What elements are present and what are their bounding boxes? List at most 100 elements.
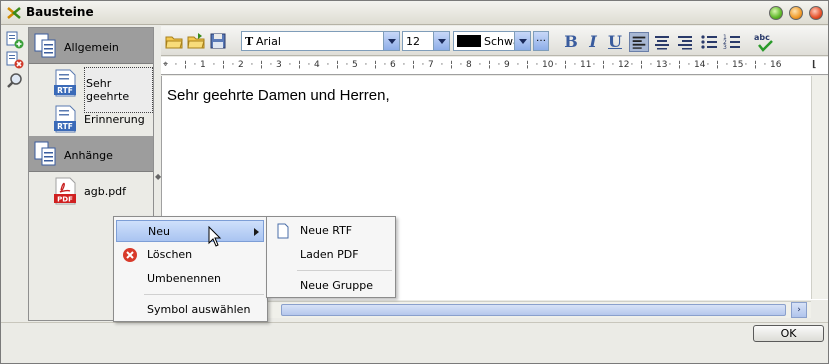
menu-item-label: Löschen	[147, 248, 193, 261]
align-right-icon[interactable]	[675, 32, 695, 52]
menu-item-loeschen[interactable]: Löschen	[116, 244, 264, 266]
ruler-minor-tick: ¦	[754, 60, 758, 70]
ruler-minor-tick: ·	[193, 60, 197, 70]
close-button[interactable]	[809, 6, 823, 20]
align-left-icon[interactable]	[629, 32, 649, 52]
delete-block-icon[interactable]	[6, 51, 24, 69]
align-center-icon[interactable]	[652, 32, 672, 52]
submenu-item-neue-rtf[interactable]: Neue RTF	[269, 220, 393, 242]
bold-button[interactable]: B	[561, 32, 581, 52]
tree-group-allgemein[interactable]: Allgemein	[29, 28, 153, 64]
ruler-mark: 16	[770, 60, 782, 70]
ruler-minor-tick: ·	[402, 60, 406, 70]
ruler-minor-tick: ¦	[602, 60, 606, 70]
svg-text:3: 3	[723, 44, 727, 51]
ruler-minor-tick: ¦	[412, 60, 416, 70]
menu-item-label: Neu	[148, 225, 170, 238]
ruler-mark: 9	[504, 60, 510, 70]
menu-item-label: Umbenennen	[147, 272, 221, 285]
documents-icon	[34, 33, 56, 58]
chevron-down-icon[interactable]	[514, 32, 530, 50]
left-toolbar	[2, 26, 27, 321]
menu-item-neu[interactable]: Neu	[116, 220, 264, 242]
file-type-label: RTF	[57, 122, 73, 131]
ruler-mark: 8	[466, 60, 472, 70]
ruler-minor-tick: ·	[383, 60, 387, 70]
ruler-minor-tick: ·	[440, 60, 444, 70]
save-icon[interactable]	[209, 32, 227, 50]
spellcheck-icon[interactable]: abc	[753, 32, 775, 52]
spellcheck-label: abc	[754, 33, 770, 42]
tree-item-label: Erinnerung	[84, 113, 145, 126]
ruler[interactable]: ⌖ · ¦ · 1 · ¦ · 2 · ¦ · 3 · ¦ · 4 · ¦ · 5 · ¦ · 6 · ¦ · 7 · ¦ · 8 · ¦ · 9 · ¦ ·…	[161, 57, 828, 75]
numbered-list-icon[interactable]: 1 2 3	[722, 32, 742, 52]
ruler-mark: 13	[656, 60, 668, 70]
font-family-select[interactable]: T Arial	[241, 31, 400, 51]
tree-group-label: Allgemein	[64, 41, 119, 54]
chevron-down-icon[interactable]	[433, 32, 449, 50]
italic-button[interactable]: I	[583, 32, 603, 52]
ruler-minor-tick: ¦	[450, 60, 454, 70]
document-text[interactable]: Sehr geehrte Damen und Herren,	[167, 87, 390, 104]
ruler-minor-tick: ·	[269, 60, 273, 70]
scroll-right-button[interactable]: ›	[791, 302, 807, 318]
vertical-scrollbar[interactable]	[811, 76, 828, 299]
submenu: Neue RTF Laden PDF Neue Gruppe	[266, 216, 396, 298]
menu-item-symbol-auswaehlen[interactable]: Symbol auswählen	[116, 299, 264, 321]
tree-item-erinnerung[interactable]: RTF Erinnerung	[29, 101, 153, 137]
scroll-thumb[interactable]	[281, 304, 786, 316]
ruler-mark: 1	[200, 60, 206, 70]
ruler-minor-tick: ·	[744, 60, 748, 70]
ruler-minor-tick: ·	[763, 60, 767, 70]
tree-item-agb-pdf[interactable]: PDF agb.pdf	[29, 173, 153, 209]
submenu-item-neue-gruppe[interactable]: Neue Gruppe	[269, 275, 393, 297]
ruler-mark: 12	[618, 60, 630, 70]
menu-separator	[144, 294, 264, 295]
ok-button[interactable]: OK	[753, 325, 824, 342]
ruler-minor-tick: ·	[554, 60, 558, 70]
ruler-minor-tick: ·	[231, 60, 235, 70]
more-colors-button[interactable]: …	[533, 31, 549, 51]
menu-item-label: Neue RTF	[300, 224, 353, 237]
search-icon[interactable]	[6, 72, 24, 90]
font-color-select[interactable]: Schwa	[453, 31, 531, 51]
open-file-icon[interactable]	[187, 32, 205, 50]
ruler-minor-tick: ·	[497, 60, 501, 70]
ruler-minor-tick: ¦	[640, 60, 644, 70]
menu-item-label: Laden PDF	[300, 248, 359, 261]
font-size-value: 12	[406, 35, 420, 48]
new-file-icon[interactable]	[165, 32, 183, 50]
ruler-mark: 3	[276, 60, 282, 70]
font-size-select[interactable]: 12	[402, 31, 450, 51]
status-bar	[1, 322, 828, 363]
tree-group-anhaenge[interactable]: Anhänge	[29, 136, 153, 172]
ruler-minor-tick: ¦	[260, 60, 264, 70]
ruler-minor-tick: ·	[345, 60, 349, 70]
file-type-label: RTF	[57, 86, 73, 95]
tree-item-sehr-geehrte[interactable]: RTF Sehr geehrte	[29, 65, 153, 113]
file-type-label: PDF	[57, 196, 73, 204]
add-block-icon[interactable]	[6, 31, 24, 49]
underline-button[interactable]: U	[605, 32, 625, 52]
menu-item-umbenennen[interactable]: Umbenennen	[116, 268, 264, 290]
chevron-down-icon[interactable]	[383, 32, 399, 50]
ruler-minor-tick: ·	[326, 60, 330, 70]
ruler-indent-icon[interactable]: ⌖	[163, 60, 168, 70]
rtf-file-icon: RTF	[54, 105, 76, 133]
ruler-minor-tick: ·	[516, 60, 520, 70]
ruler-minor-tick: ¦	[678, 60, 682, 70]
submenu-item-laden-pdf[interactable]: Laden PDF	[269, 244, 393, 266]
maximize-button[interactable]	[789, 6, 803, 20]
ruler-minor-tick: ¦	[488, 60, 492, 70]
ruler-minor-tick: ·	[421, 60, 425, 70]
ruler-minor-tick: ¦	[716, 60, 720, 70]
minimize-button[interactable]	[769, 6, 783, 20]
bullet-list-icon[interactable]	[699, 32, 719, 52]
ruler-tab-icon[interactable]: ⌊	[812, 60, 816, 70]
ruler-minor-tick: ·	[174, 60, 178, 70]
tree-group-label: Anhänge	[64, 149, 113, 162]
title-bar: Bausteine	[1, 1, 828, 25]
ruler-minor-tick: ·	[573, 60, 577, 70]
submenu-arrow-icon	[254, 228, 259, 236]
ruler-minor-tick: ·	[592, 60, 596, 70]
